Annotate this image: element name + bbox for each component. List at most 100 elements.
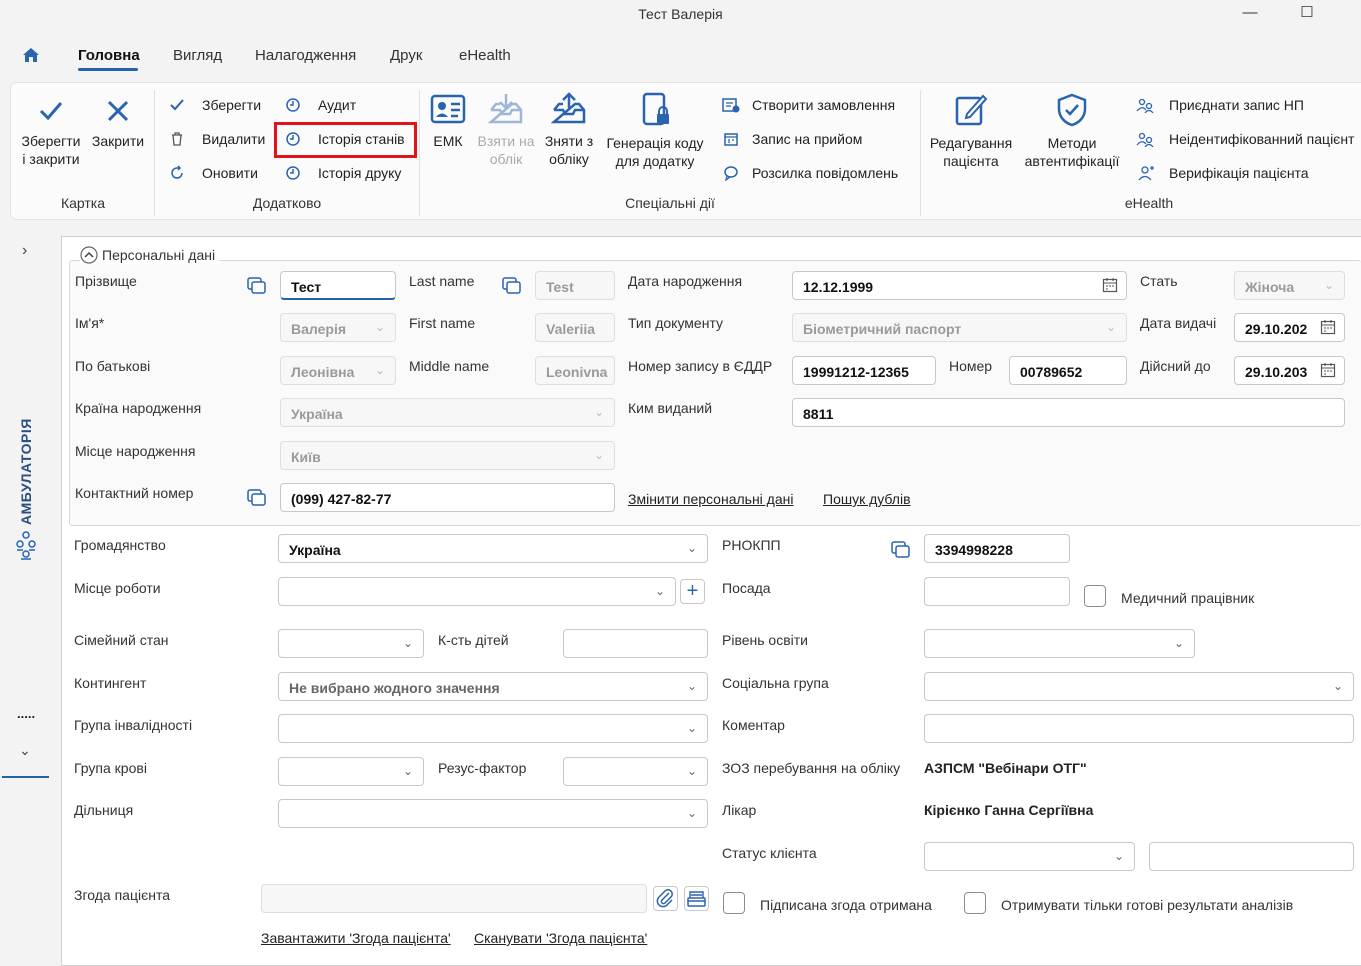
name-select[interactable]: Валерія ⌄	[280, 313, 396, 342]
delete-button[interactable]: Видалити	[166, 127, 265, 151]
rhesus-label: Резус-фактор	[438, 760, 527, 776]
inbox-download-icon	[488, 94, 523, 124]
sidebar-label[interactable]: АМБУЛАТОРІЯ	[18, 418, 34, 525]
tab-ehealth[interactable]: eHealth	[459, 47, 511, 64]
phone-input[interactable]: (099) 427-82-77	[280, 483, 615, 512]
create-order-label: Створити замовлення	[752, 97, 896, 113]
print-history-button[interactable]: Історія друку	[282, 161, 401, 185]
attach-record-button[interactable]: Приєднати запис НП	[1134, 93, 1304, 117]
birth-place-label: Місце народження	[75, 443, 196, 459]
position-input[interactable]	[924, 577, 1070, 606]
auth-methods-button[interactable]: Методи автентифікації	[1020, 92, 1124, 170]
ambulatory-icon[interactable]	[15, 530, 37, 563]
download-consent-link[interactable]: Завантажити 'Згода пацієнта'	[261, 930, 451, 946]
create-order-button[interactable]: Створити замовлення	[720, 93, 895, 117]
maximize-button[interactable]: ☐	[1284, 2, 1330, 28]
disability-label: Група інвалідності	[74, 717, 193, 733]
client-status-select[interactable]: ⌄	[924, 842, 1135, 871]
chevron-down-icon[interactable]: ⌄	[19, 742, 31, 759]
copy-icon[interactable]	[891, 541, 911, 562]
scan-consent-button[interactable]	[684, 886, 709, 911]
comment-input[interactable]	[924, 714, 1354, 743]
social-select[interactable]: ⌄	[924, 672, 1354, 701]
workplace-label: Місце роботи	[74, 580, 161, 596]
calendar-icon[interactable]	[1320, 319, 1336, 338]
save-and-close-button[interactable]: Зберегти і закрити	[16, 96, 86, 168]
copy-icon[interactable]	[247, 489, 267, 510]
last-name-input[interactable]: Test	[535, 271, 615, 300]
medic-checkbox[interactable]	[1084, 585, 1106, 607]
remove-from-record-button[interactable]: Зняти з обліку	[540, 92, 598, 168]
citizenship-select[interactable]: Україна ⌄	[278, 534, 708, 563]
auth-label-1: Методи	[1047, 135, 1097, 151]
refresh-button[interactable]: Оновити	[166, 161, 258, 185]
eddr-input[interactable]: 19991212-12365	[792, 356, 936, 385]
audit-button[interactable]: Аудит	[282, 93, 356, 117]
family-select[interactable]: ⌄	[278, 629, 424, 658]
education-select[interactable]: ⌄	[924, 629, 1195, 658]
sex-select[interactable]: Жіноча ⌄	[1234, 271, 1345, 300]
valid-until-input[interactable]: 29.10.203	[1234, 356, 1345, 385]
appointment-button[interactable]: Запис на прийом	[720, 127, 862, 151]
chevron-right-icon[interactable]: ›	[22, 242, 27, 260]
edit-patient-button[interactable]: Редагування пацієнта	[926, 92, 1016, 170]
number-label: Номер	[949, 358, 993, 374]
sidebar-dots[interactable]: .....	[17, 706, 35, 721]
district-select[interactable]: ⌄	[278, 799, 708, 828]
home-icon[interactable]	[21, 45, 41, 68]
ready-results-checkbox[interactable]	[964, 892, 986, 914]
calendar-icon[interactable]	[1102, 277, 1118, 296]
ribbon-tabs: Головна Вигляд Налагодження Друк eHealth	[0, 36, 1361, 76]
close-button[interactable]: Закрити	[88, 96, 148, 150]
tab-home[interactable]: Головна	[78, 47, 140, 64]
calendar-icon[interactable]	[1320, 362, 1336, 381]
tab-view[interactable]: Вигляд	[173, 47, 222, 64]
contingent-select[interactable]: Не вибрано жодного значення ⌄	[278, 672, 708, 701]
minimize-button[interactable]: —	[1227, 2, 1273, 28]
middle-name-input[interactable]: Leonivna	[535, 356, 615, 385]
signed-consent-checkbox[interactable]	[723, 892, 745, 914]
children-input[interactable]	[563, 629, 708, 658]
emk-button[interactable]: ЕМК	[426, 92, 470, 150]
doc-type-select[interactable]: Біометричний паспорт ⌄	[792, 313, 1127, 342]
take-on-record-button[interactable]: Взяти на облік	[474, 92, 538, 168]
verify-patient-button[interactable]: Верифікація пацієнта	[1134, 161, 1309, 185]
client-status-extra-input[interactable]	[1149, 842, 1354, 871]
take-label-1: Взяти на	[477, 133, 535, 149]
find-duplicates-link[interactable]: Пошук дублів	[823, 491, 911, 507]
add-workplace-button[interactable]: +	[680, 579, 705, 604]
consent-input[interactable]	[261, 884, 647, 913]
unidentified-patient-button[interactable]: Неідентифікованний пацієнт	[1134, 127, 1354, 151]
disability-select[interactable]: ⌄	[278, 714, 708, 743]
rhesus-select[interactable]: ⌄	[563, 757, 708, 786]
birth-country-select[interactable]: Україна ⌄	[280, 398, 615, 427]
print-history-label: Історія друку	[318, 165, 402, 181]
scan-consent-link[interactable]: Сканувати 'Згода пацієнта'	[474, 930, 647, 946]
appointment-label: Запис на прийом	[752, 131, 863, 147]
mailing-button[interactable]: Розсилка повідомлень	[720, 161, 898, 185]
patronymic-select[interactable]: Леонівна ⌄	[280, 356, 396, 385]
close-icon	[107, 100, 129, 122]
rnokpp-input[interactable]: 3394998228	[924, 534, 1070, 563]
first-name-input[interactable]: Valeriia	[535, 313, 615, 342]
change-personal-data-link[interactable]: Змінити персональні дані	[628, 491, 793, 507]
copy-icon[interactable]	[247, 277, 267, 298]
personal-data-header[interactable]: Персональні дані	[80, 246, 220, 264]
save-button[interactable]: Зберегти	[166, 93, 261, 117]
copy-icon[interactable]	[502, 277, 522, 298]
tab-print[interactable]: Друк	[390, 47, 422, 64]
blood-select[interactable]: ⌄	[278, 757, 424, 786]
number-input[interactable]: 00789652	[1009, 356, 1127, 385]
generate-app-code-button[interactable]: Генерація коду для додатку	[600, 92, 710, 170]
dob-input[interactable]: 12.12.1999	[792, 271, 1127, 300]
issue-date-input[interactable]: 29.10.202	[1234, 313, 1345, 342]
surname-input[interactable]: Тест	[280, 271, 396, 300]
refresh-label: Оновити	[202, 165, 258, 181]
shield-check-icon	[1057, 93, 1087, 127]
save-label: Зберегти	[202, 97, 262, 113]
workplace-select[interactable]: ⌄	[278, 577, 676, 606]
issued-by-input[interactable]: 8811	[792, 398, 1345, 427]
tab-settings[interactable]: Налагодження	[255, 47, 356, 64]
birth-place-select[interactable]: Київ ⌄	[280, 441, 615, 470]
attach-consent-button[interactable]	[653, 886, 678, 911]
